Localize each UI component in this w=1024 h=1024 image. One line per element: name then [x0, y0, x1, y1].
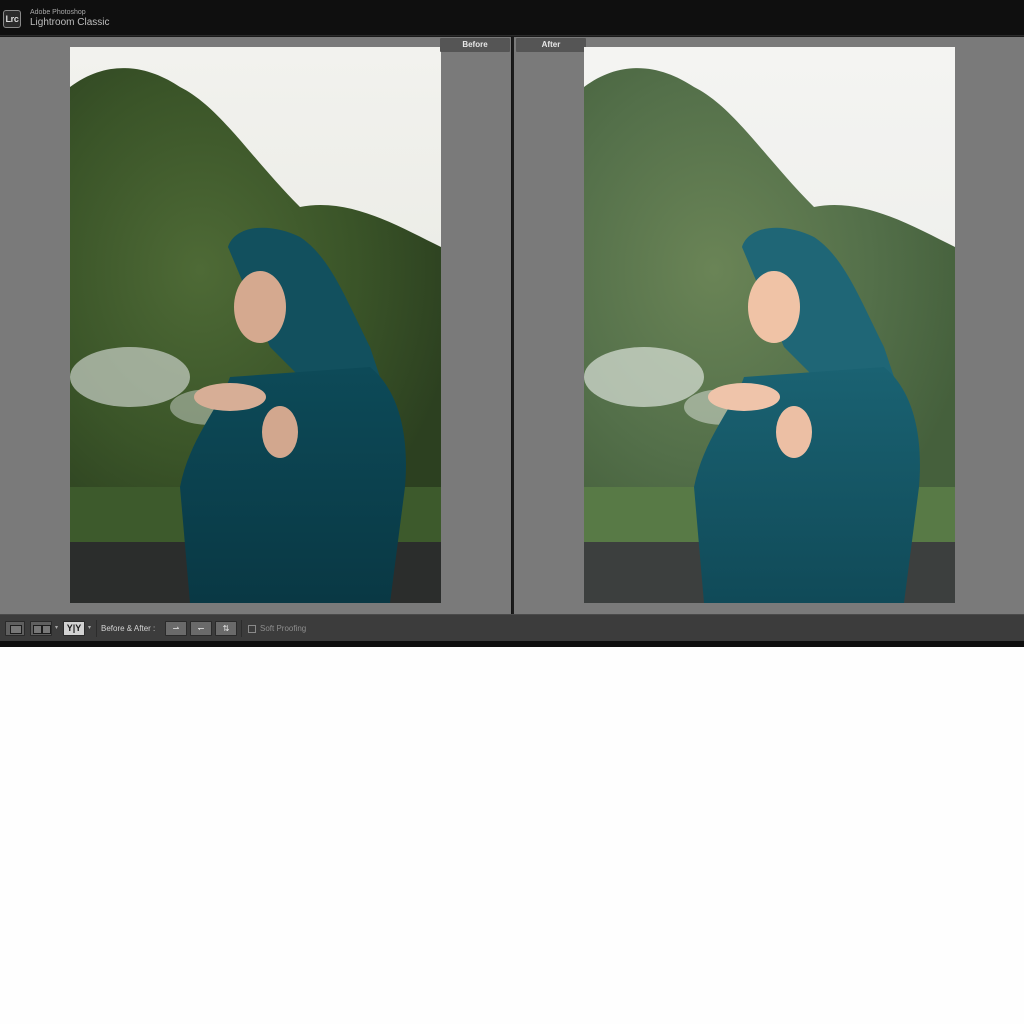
- loupe-view-button[interactable]: [5, 621, 25, 636]
- after-label: After: [516, 38, 586, 52]
- soft-proofing-checkbox[interactable]: [248, 625, 256, 633]
- compare-view: Before After: [0, 37, 1024, 614]
- toolbar-divider: [96, 620, 97, 637]
- before-pane: Before: [0, 37, 512, 614]
- chevron-down-icon[interactable]: ▾: [88, 625, 91, 631]
- compare-view-button[interactable]: [30, 621, 52, 636]
- product-name: Lightroom Classic: [30, 17, 110, 28]
- portrait-image-before: [70, 47, 441, 603]
- soft-proofing-label: Soft Proofing: [260, 624, 307, 633]
- before-after-label: Before & After :: [101, 624, 156, 633]
- before-after-left-right-button[interactable]: Y|Y: [63, 621, 85, 636]
- after-pane: After: [514, 37, 1024, 614]
- window-bottom-edge: [0, 641, 1024, 647]
- after-photo[interactable]: [584, 47, 955, 603]
- copy-before-to-after-button[interactable]: ⇀: [165, 621, 187, 636]
- title-bar: Lrc Adobe Photoshop Lightroom Classic: [0, 0, 1024, 36]
- toolbar-divider: [241, 620, 242, 637]
- lightroom-logo-icon: Lrc: [3, 10, 21, 28]
- copy-after-to-before-button[interactable]: ↽: [190, 621, 212, 636]
- bottom-toolbar: ▾ Y|Y ▾ Before & After : ⇀ ↽ ⇅ Soft Proo…: [0, 614, 1024, 641]
- vendor-name: Adobe Photoshop: [30, 9, 86, 16]
- portrait-image-after: [584, 47, 955, 603]
- swap-before-after-button[interactable]: ⇅: [215, 621, 237, 636]
- chevron-down-icon[interactable]: ▾: [55, 625, 58, 631]
- lightroom-window: Lrc Adobe Photoshop Lightroom Classic Be…: [0, 0, 1024, 647]
- before-label: Before: [440, 38, 510, 52]
- before-photo[interactable]: [70, 47, 441, 603]
